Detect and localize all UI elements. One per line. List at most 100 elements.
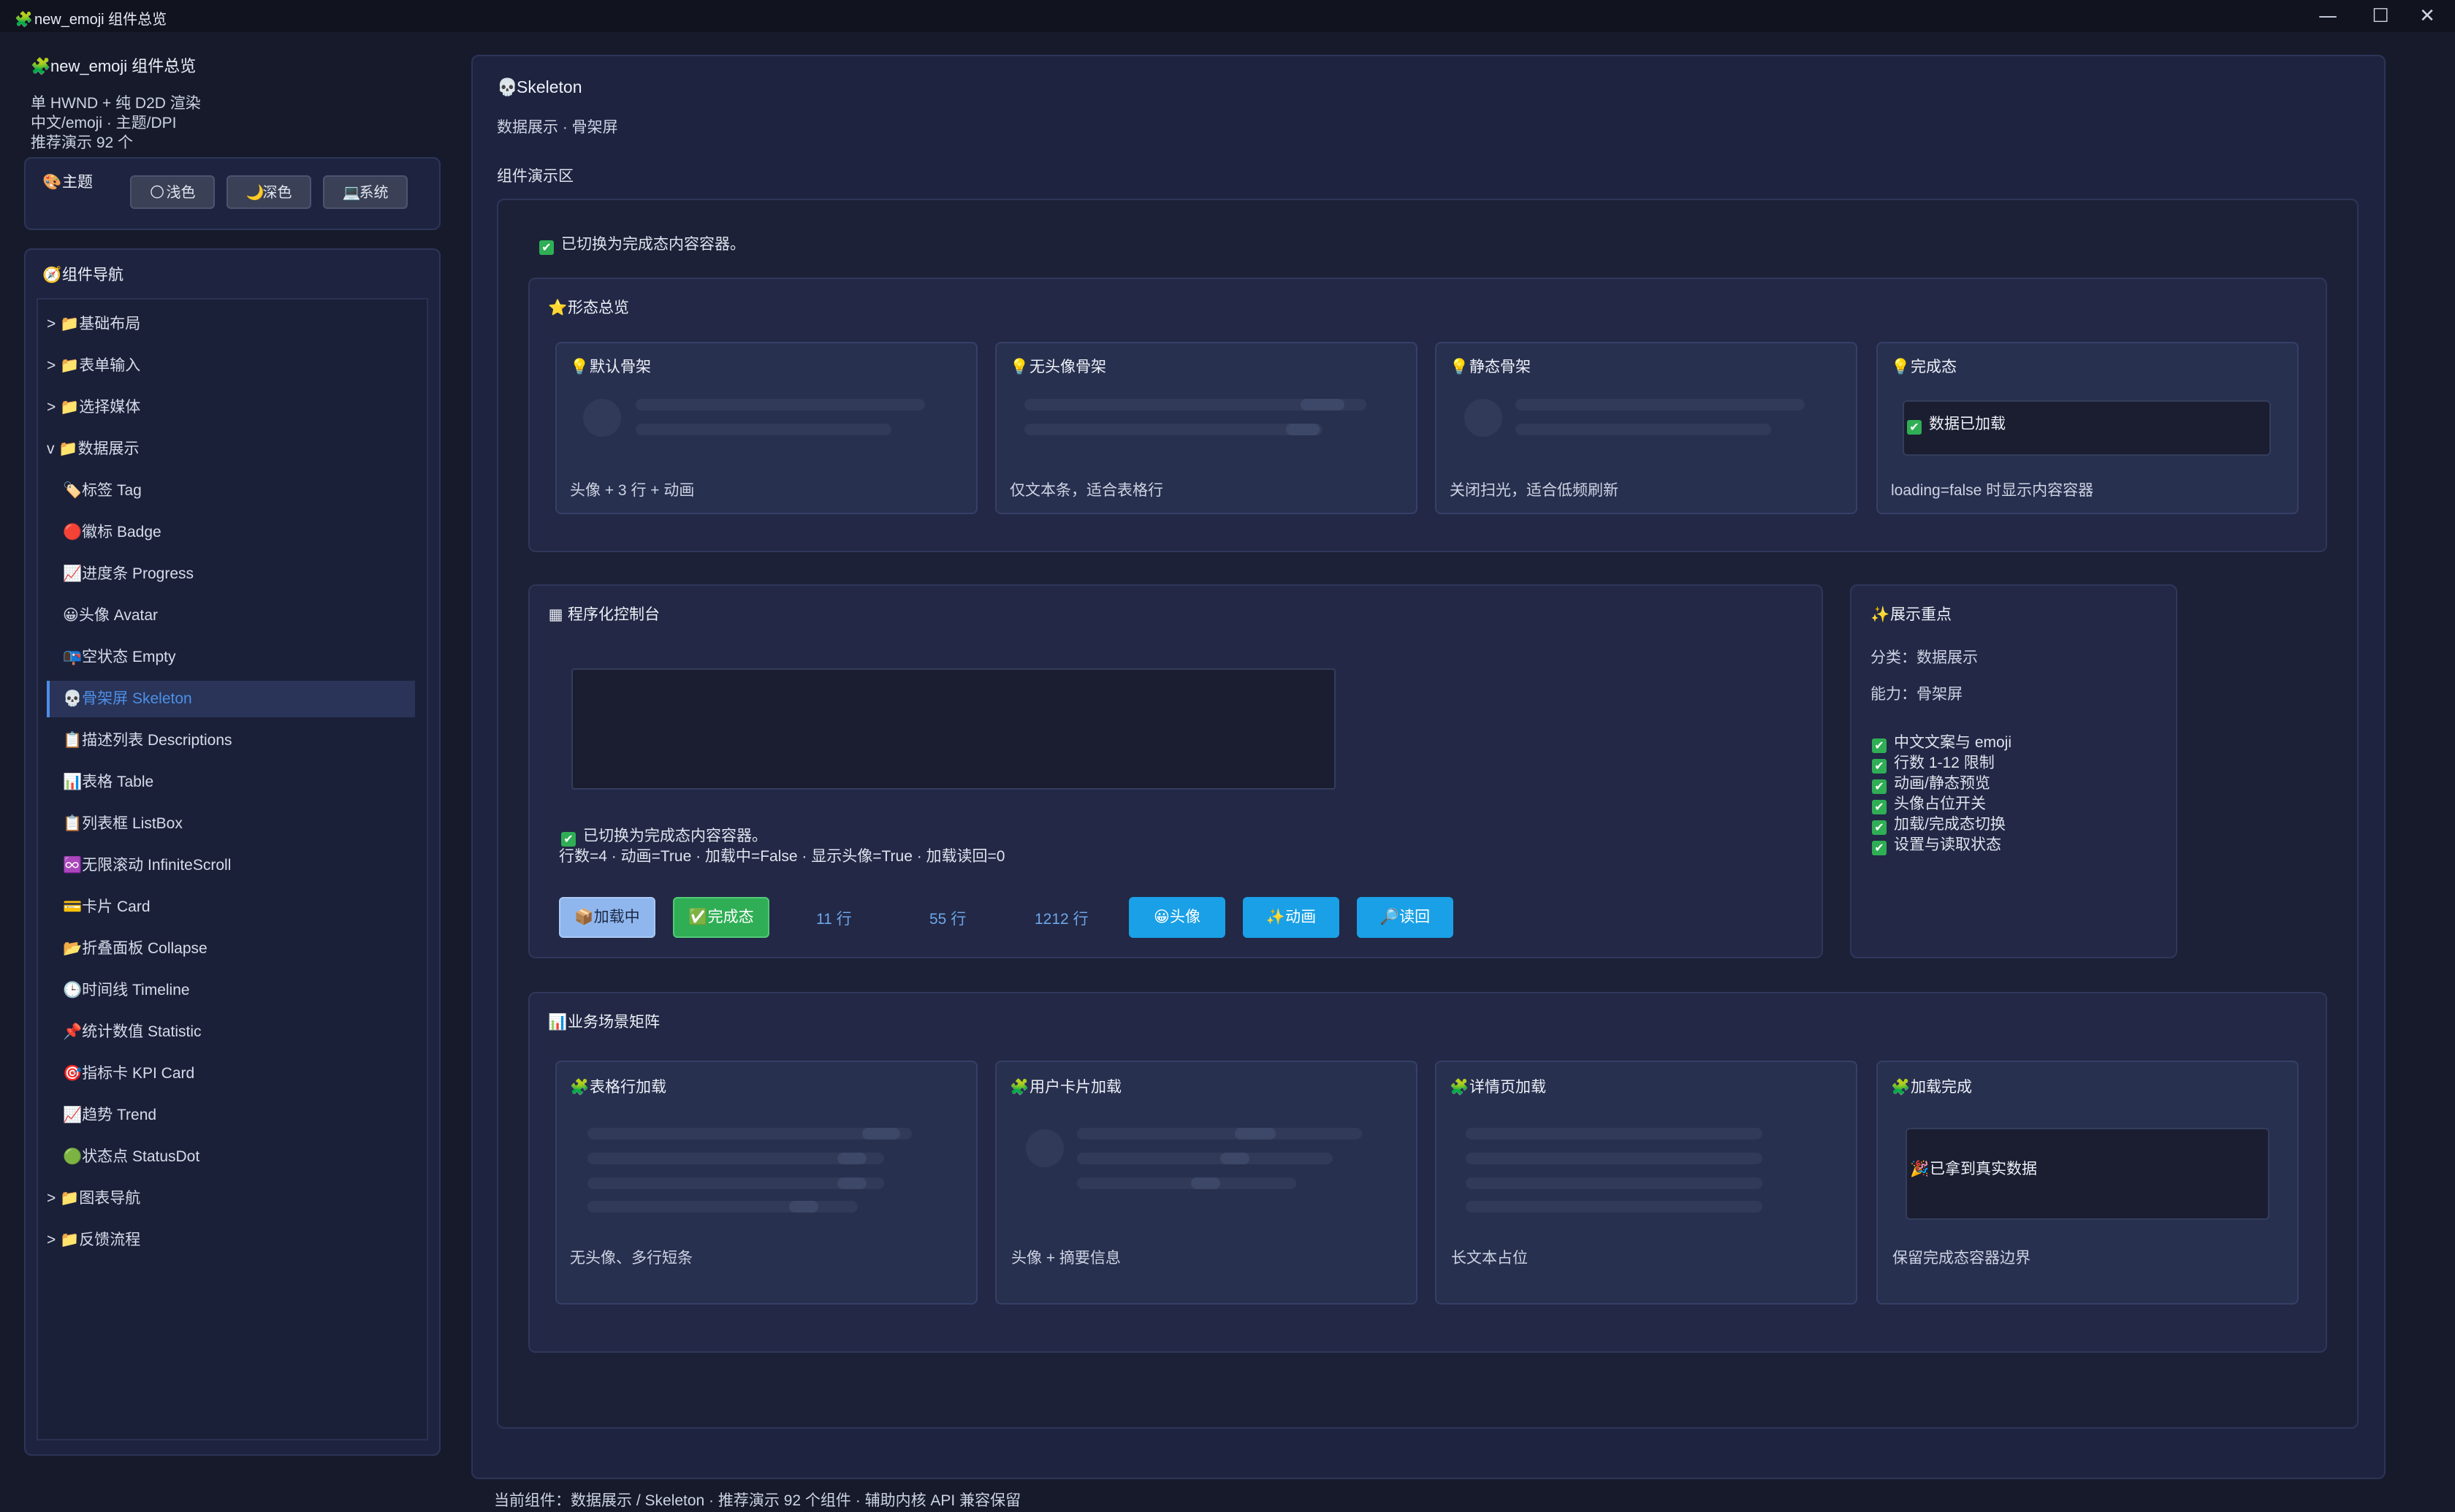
nav-item[interactable]: 📈趋势 Trend [63, 1097, 415, 1134]
nav-group[interactable]: > 📁反馈流程 [47, 1222, 415, 1259]
skeleton-avatar [1464, 399, 1502, 437]
skeleton-shine [1235, 1128, 1276, 1139]
console-status: ✔ 已切换为完成态内容容器。 [561, 824, 767, 847]
skeleton-bar [636, 399, 925, 411]
nav-group[interactable]: > 📁表单输入 [47, 348, 415, 384]
nav-item[interactable]: 🏷️标签 Tag [63, 473, 415, 509]
matrix-card-table-title: 🧩表格行加载 [570, 1075, 666, 1097]
focus-point-text: 设置与读取状态 [1894, 836, 2001, 853]
nav-item[interactable]: 💳卡片 Card [63, 889, 415, 925]
skeleton-avatar [583, 399, 621, 437]
title-bar: 🧩 new_emoji 组件总览 [0, 0, 2455, 32]
rows-1212-button[interactable]: 1212 行 [1035, 907, 1089, 929]
skeleton-shine [1301, 399, 1344, 411]
skeleton-bar [1466, 1153, 1762, 1164]
overview-title: ⭐形态总览 [548, 296, 629, 318]
nav-item[interactable]: 📌统计数值 Statistic [63, 1014, 415, 1050]
focus-point: ✔ 加载/完成态切换 [1872, 812, 2006, 835]
focus-point-text: 头像占位开关 [1894, 795, 1986, 812]
rows-11-button[interactable]: 11 行 [816, 907, 852, 929]
rows-55-button[interactable]: 55 行 [929, 907, 966, 929]
card-title-text: 完成态 [1911, 359, 1957, 375]
focus-point-text: 加载/完成态切换 [1894, 816, 2006, 833]
bulb-icon: 💡 [1891, 358, 1911, 375]
theme-system-button[interactable]: 💻系统 [323, 175, 408, 209]
sun-icon: 🌕 [149, 183, 165, 201]
info-line-2: 中文/emoji · 主题/DPI [31, 115, 177, 131]
overview-card-static-foot: 关闭扫光，适合低频刷新 [1450, 482, 1618, 499]
skeleton-bar [1466, 1177, 1762, 1189]
bulb-icon: 💡 [1450, 358, 1469, 375]
focus-point-text: 中文文案与 emoji [1894, 734, 2012, 751]
skeleton-bar [1515, 424, 1771, 435]
console-status-text: 已切换为完成态内容容器。 [583, 828, 767, 844]
card-title-text: 用户卡片加载 [1029, 1079, 1122, 1096]
avatar-toggle-button[interactable]: 😀头像 [1129, 897, 1225, 938]
nav-item[interactable]: ♾️无限滚动 InfiniteScroll [63, 847, 415, 884]
puzzle-icon: 🧩 [1450, 1078, 1469, 1096]
nav-item[interactable]: 🟢状态点 StatusDot [63, 1139, 415, 1175]
nav-group[interactable]: > 📁基础布局 [47, 306, 415, 343]
card-title-text: 默认骨架 [590, 359, 651, 375]
readback-button[interactable]: 🔎读回 [1357, 897, 1453, 938]
compass-icon: 🧭 [42, 266, 62, 283]
skeleton-shine [837, 1153, 867, 1164]
loading-button[interactable]: 📦加载中 [559, 897, 655, 938]
matrix-card-detail-foot: 长文本占位 [1451, 1250, 1528, 1267]
console-title-text: 程序化控制台 [568, 606, 660, 623]
real-data-text: 已拿到真实数据 [1930, 1161, 2037, 1177]
focus-title: ✨展示重点 [1870, 603, 1952, 625]
skeleton-shine [862, 1128, 900, 1139]
skeleton-avatar [1026, 1129, 1064, 1167]
nav-item[interactable]: 🕒时间线 Timeline [63, 972, 415, 1009]
console-state-line: 行数=4 · 动画=True · 加载中=False · 显示头像=True ·… [559, 848, 1005, 865]
done-button[interactable]: ✅完成态 [673, 897, 769, 938]
overview-card-static-title: 💡静态骨架 [1450, 355, 1531, 377]
demo-label: 组件演示区 [497, 168, 574, 185]
nav-item-active[interactable]: 💀骨架屏 Skeleton [47, 681, 415, 717]
nav-item[interactable]: 📭空状态 Empty [63, 639, 415, 676]
overview-card-noavatar-title: 💡无头像骨架 [1010, 355, 1106, 377]
skeleton-bar [1024, 424, 1322, 435]
puzzle-icon: 🧩 [31, 58, 51, 76]
matrix-card-user-foot: 头像 + 摘要信息 [1011, 1250, 1121, 1267]
skeleton-bar [636, 424, 891, 435]
focus-category: 分类：数据展示 [1870, 649, 1978, 666]
nav-item[interactable]: 🎯指标卡 KPI Card [63, 1055, 415, 1092]
nav-item[interactable]: 📋描述列表 Descriptions [63, 722, 415, 759]
skeleton-shine [837, 1177, 867, 1189]
focus-point: ✔ 行数 1-12 限制 [1872, 751, 1995, 774]
nav-group[interactable]: > 📁选择媒体 [47, 389, 415, 426]
nav-item[interactable]: 📊表格 Table [63, 764, 415, 801]
check-icon: ✔ [539, 240, 554, 255]
nav-item[interactable]: 📈进度条 Progress [63, 556, 415, 592]
overview-card-noavatar-foot: 仅文本条，适合表格行 [1010, 482, 1163, 499]
real-data-message: 🎉已拿到真实数据 [1910, 1157, 2037, 1179]
minimize-button[interactable]: — [2302, 0, 2354, 32]
focus-title-text: 展示重点 [1890, 606, 1952, 623]
app-title: 🧩new_emoji 组件总览 [31, 53, 196, 77]
animation-toggle-button[interactable]: ✨动画 [1243, 897, 1339, 938]
nav-item[interactable]: 😀头像 Avatar [63, 597, 415, 634]
nav-item[interactable]: 🔴徽标 Badge [63, 514, 415, 551]
nav-item[interactable]: 📂折叠面板 Collapse [63, 931, 415, 967]
theme-dark-button[interactable]: 🌙深色 [227, 175, 311, 209]
overview-card-default-foot: 头像 + 3 行 + 动画 [570, 482, 695, 499]
nav-group[interactable]: v 📁数据展示 [47, 431, 415, 467]
focus-ability: 能力：骨架屏 [1870, 686, 1963, 703]
skeleton-bar [1077, 1128, 1362, 1139]
nav-group[interactable]: > 📁图表导航 [47, 1180, 415, 1217]
card-title-text: 表格行加载 [590, 1079, 666, 1096]
puzzle-icon: 🧩 [570, 1078, 590, 1096]
theme-light-label: 浅色 [166, 185, 196, 201]
maximize-button[interactable]: ☐ [2354, 0, 2407, 32]
nav-item[interactable]: 📋列表框 ListBox [63, 806, 415, 842]
chart-icon: 📊 [548, 1013, 568, 1031]
nav-title-text: 组件导航 [62, 267, 123, 283]
theme-light-button[interactable]: 🌕 浅色 [130, 175, 215, 209]
close-button[interactable]: ✕ [2401, 0, 2454, 32]
focus-point: ✔ 中文文案与 emoji [1872, 730, 2011, 753]
window-title: 🧩 new_emoji 组件总览 [15, 7, 167, 28]
skeleton-shine [1286, 424, 1320, 435]
card-title-text: 无头像骨架 [1029, 359, 1106, 375]
